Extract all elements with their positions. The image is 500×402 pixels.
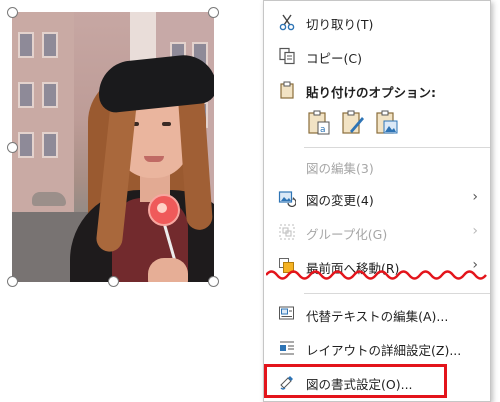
menu-item-label: 代替テキストの編集(A)...: [306, 309, 449, 324]
context-menu: 切り取り(T) コピー(C) 貼り付けのオプション: a 図の編集(3) 図の変…: [263, 0, 491, 402]
menu-item-label: 切り取り(T): [306, 17, 374, 32]
menu-item-label: 図の編集(3): [306, 161, 374, 176]
menu-item-edit-picture: 図の編集(3): [264, 153, 490, 179]
chevron-right-icon: ›: [472, 189, 478, 205]
resize-handle-top-right[interactable]: [208, 7, 219, 18]
wavy-annotation-line: [266, 270, 487, 280]
paste-options-label: 貼り付けのオプション:: [306, 85, 436, 100]
resize-handle-bottom-right[interactable]: [208, 276, 219, 287]
paste-merge-formatting-icon[interactable]: [340, 109, 366, 137]
group-icon: [279, 224, 295, 240]
menu-item-cut[interactable]: 切り取り(T): [264, 9, 490, 35]
resize-handle-bottom-left[interactable]: [7, 276, 18, 287]
menu-item-copy[interactable]: コピー(C): [264, 43, 490, 69]
paste-as-picture-icon[interactable]: [374, 109, 400, 137]
resize-handle-top-left[interactable]: [7, 7, 18, 18]
svg-text:a: a: [320, 125, 326, 135]
selected-picture[interactable]: [12, 12, 214, 282]
menu-item-label: レイアウトの詳細設定(Z)...: [306, 343, 462, 358]
resize-handle-left[interactable]: [7, 142, 18, 153]
alt-text-icon: [279, 306, 294, 320]
copy-icon: [279, 47, 295, 65]
menu-item-label: グループ化(G): [306, 227, 388, 242]
scissors-icon: [279, 14, 295, 31]
layout-options-icon: [280, 341, 294, 355]
hand: [148, 258, 188, 282]
paste-keep-source-formatting-icon[interactable]: a: [306, 109, 332, 137]
menu-item-change-picture[interactable]: 図の変更(4) ›: [264, 185, 490, 211]
resize-handle-bottom[interactable]: [108, 276, 119, 287]
menu-item-label: コピー(C): [306, 51, 362, 66]
highlight-annotation-box: [264, 364, 447, 398]
menu-item-group: グループ化(G) ›: [264, 219, 490, 245]
change-picture-icon: [278, 191, 296, 207]
clipboard-icon: [280, 81, 294, 99]
menu-item-label: 図の変更(4): [306, 193, 374, 208]
paste-options-header: 貼り付けのオプション:: [264, 77, 490, 103]
paste-options-buttons: a: [306, 109, 426, 141]
background-building: [12, 12, 74, 222]
chevron-right-icon: ›: [472, 223, 478, 239]
menu-item-edit-alt-text[interactable]: 代替テキストの編集(A)...: [264, 301, 490, 327]
menu-item-layout-options[interactable]: レイアウトの詳細設定(Z)...: [264, 335, 490, 361]
